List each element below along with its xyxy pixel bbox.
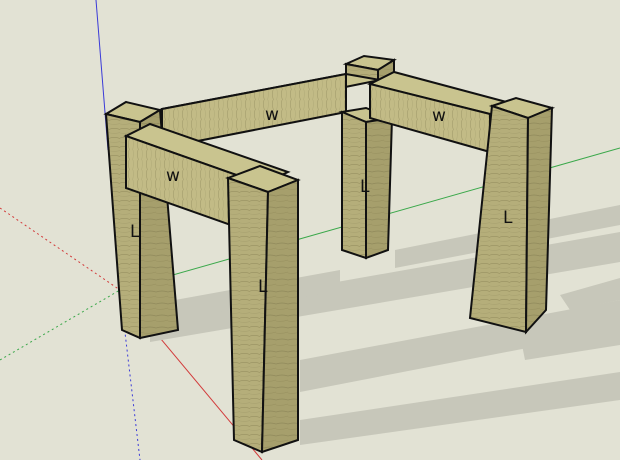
rail-back-label: w xyxy=(265,105,279,125)
leg-front-right-label: L xyxy=(503,208,513,228)
green-axis-dotted xyxy=(0,289,121,361)
rail-right-label: w xyxy=(432,106,446,126)
leg-back-right-label: L xyxy=(360,177,370,197)
red-axis-dotted xyxy=(0,207,121,291)
model-canvas[interactable]: w L w L L w L xyxy=(0,0,620,460)
leg-front-left[interactable]: L xyxy=(225,164,301,454)
leg-back-left-label: L xyxy=(130,222,140,242)
rail-front-label: w xyxy=(166,166,180,186)
leg-front-left-label: L xyxy=(258,277,268,297)
sketchup-viewport[interactable]: w L w L L w L xyxy=(0,0,620,460)
leg-back-right[interactable]: L xyxy=(338,106,396,260)
